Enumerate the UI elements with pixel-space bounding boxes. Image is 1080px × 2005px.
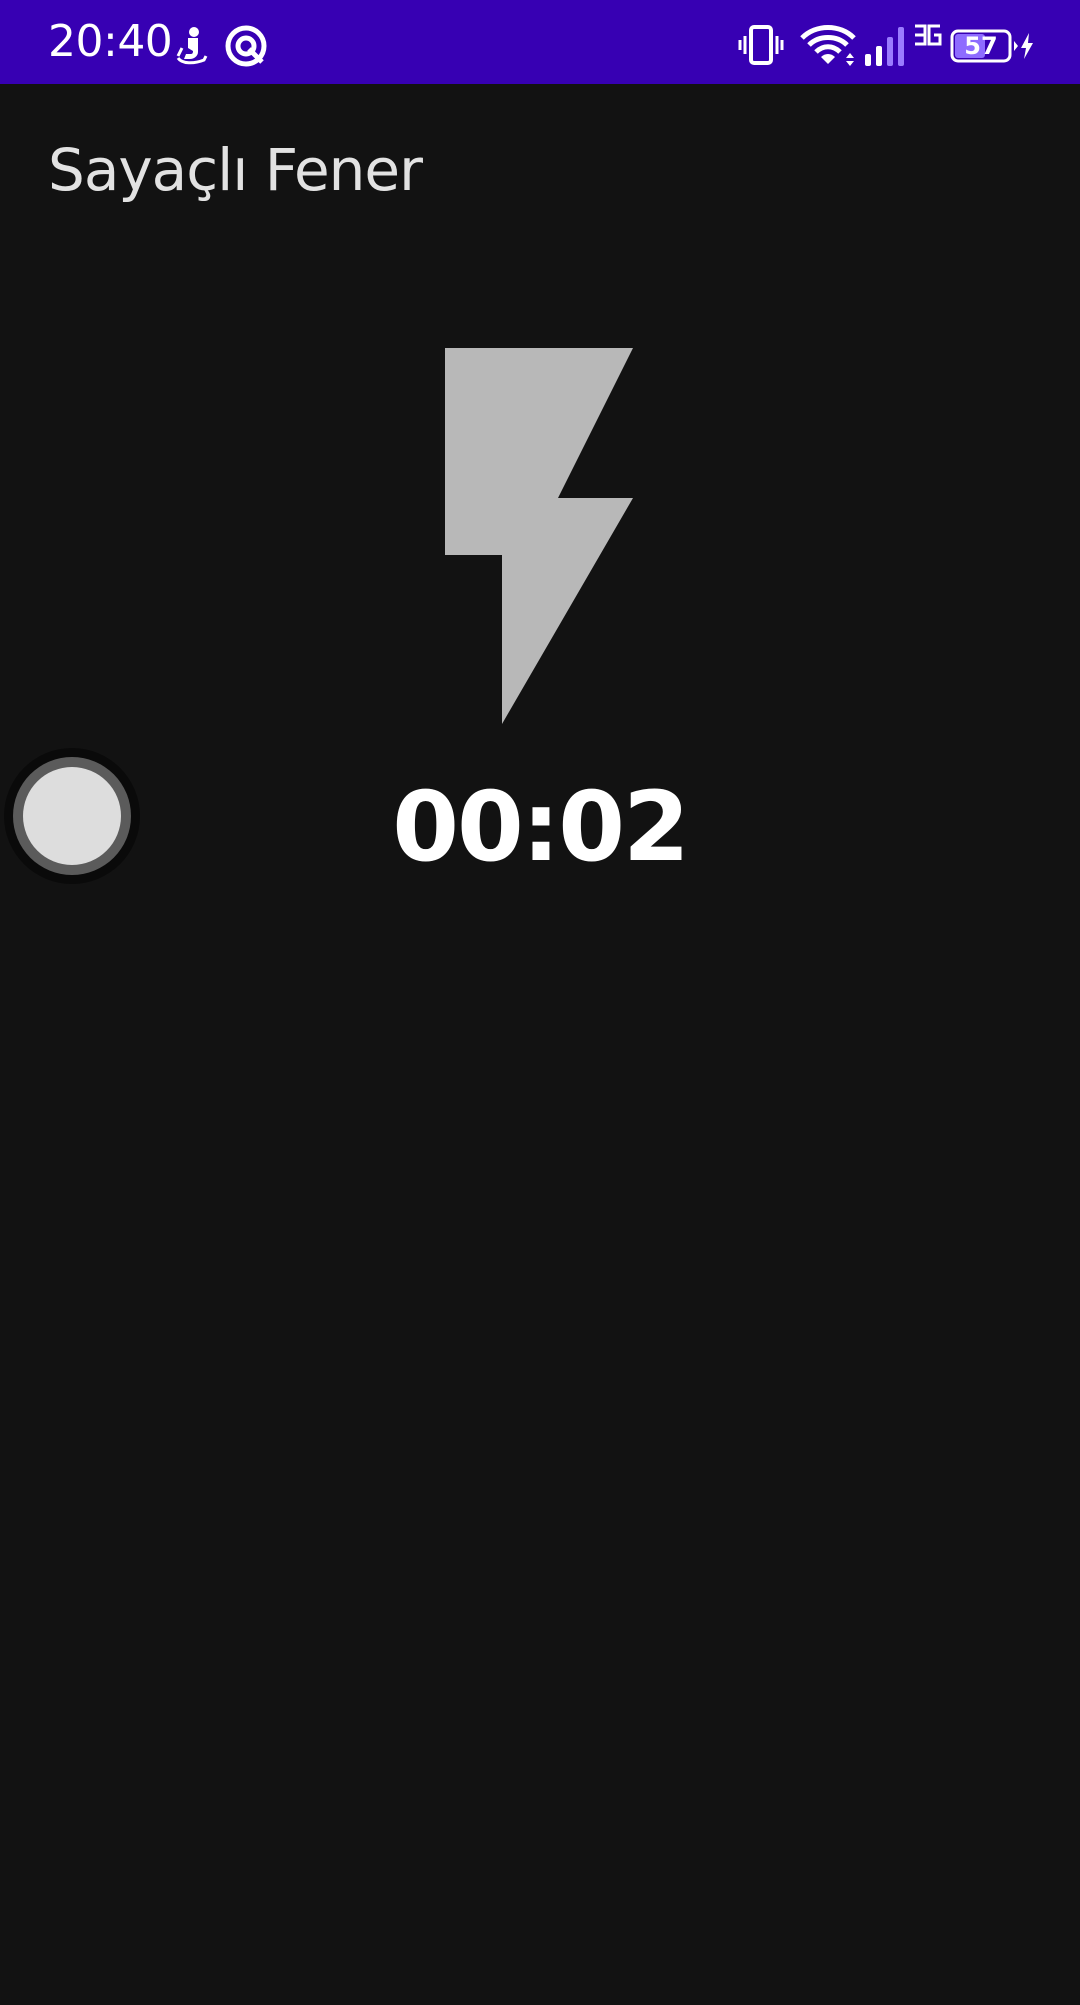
app-title: Sayaçlı Fener (48, 136, 423, 204)
signal-icon (865, 27, 904, 66)
status-bar: 20:40 57 (0, 0, 1080, 84)
wifi-icon (800, 25, 856, 66)
charging-icon (1021, 33, 1033, 59)
toggle-knob[interactable] (23, 767, 121, 865)
battery-level: 57 (964, 32, 998, 60)
status-time: 20:40 (48, 16, 173, 67)
flashlight-toggle-switch[interactable] (4, 748, 140, 884)
flash-icon[interactable] (445, 348, 635, 724)
toggle-ring (13, 757, 131, 875)
3g-icon (915, 24, 942, 46)
vibrate-icon (738, 25, 784, 65)
timer-display: 00:02 (392, 771, 690, 883)
running-person-icon (176, 27, 208, 65)
circular-app-icon (225, 25, 267, 67)
